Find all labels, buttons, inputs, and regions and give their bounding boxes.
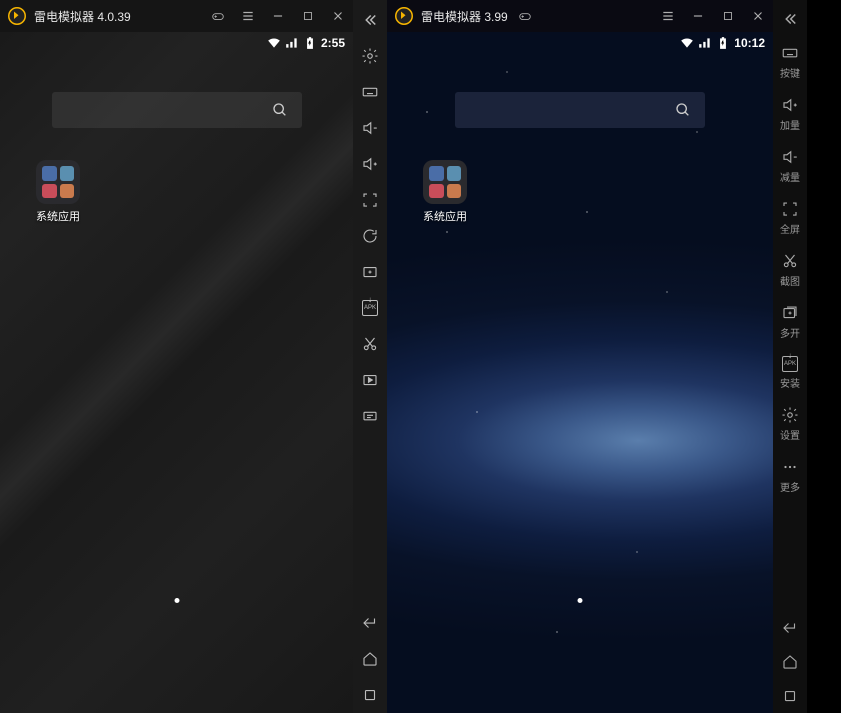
window-title: 雷电模拟器 3.99: [421, 8, 508, 25]
volume-down-button[interactable]: 减量: [773, 140, 807, 192]
search-icon: [272, 102, 288, 118]
video-icon[interactable]: [353, 362, 387, 398]
page-indicator: [174, 598, 179, 603]
main-area: 雷电模拟器 4.0.39 2:55 系统应用: [0, 0, 353, 713]
collapse-icon[interactable]: [773, 2, 807, 36]
signal-icon: [698, 36, 712, 50]
app-icon-system[interactable]: 系统应用: [423, 160, 467, 224]
keyboard-icon[interactable]: [353, 74, 387, 110]
search-bar[interactable]: [52, 92, 302, 128]
page-indicator: [578, 598, 583, 603]
wifi-icon: [680, 36, 694, 50]
home-button[interactable]: [773, 645, 807, 679]
gamepad-icon[interactable]: [512, 1, 538, 31]
gamepad-icon[interactable]: [205, 1, 231, 31]
multi-instance-button[interactable]: 多开: [773, 296, 807, 348]
collapse-icon[interactable]: [353, 2, 387, 38]
right-toolbar: 按键 加量 减量 全屏 截图 多开 APK安装 设置 更多: [773, 0, 807, 713]
clock: 2:55: [321, 36, 345, 50]
fullscreen-icon[interactable]: [353, 182, 387, 218]
keyboard-button[interactable]: 按键: [773, 36, 807, 88]
wallpaper: [0, 32, 353, 713]
add-window-icon[interactable]: [353, 254, 387, 290]
apk-install-icon[interactable]: APK: [353, 290, 387, 326]
app-label: 系统应用: [36, 208, 80, 224]
home-icon[interactable]: [353, 641, 387, 677]
app-folder-icon: [423, 160, 467, 204]
settings-button[interactable]: 设置: [773, 398, 807, 450]
app-icon-system[interactable]: 系统应用: [36, 160, 80, 224]
volume-down-icon[interactable]: [353, 110, 387, 146]
android-statusbar: 10:12: [680, 32, 773, 54]
close-button[interactable]: [325, 1, 351, 31]
sidebar-toolbar: APK: [353, 0, 387, 713]
titlebar: 雷电模拟器 4.0.39: [0, 0, 353, 32]
app-folder-icon: [36, 160, 80, 204]
refresh-icon[interactable]: [353, 218, 387, 254]
main-area: 雷电模拟器 3.99 10:12 系统应用: [387, 0, 773, 713]
gear-icon[interactable]: [353, 38, 387, 74]
recent-icon[interactable]: [353, 677, 387, 713]
search-bar[interactable]: [455, 92, 705, 128]
install-apk-button[interactable]: APK安装: [773, 348, 807, 398]
battery-icon: [716, 36, 730, 50]
emulator-window-left: 雷电模拟器 4.0.39 2:55 系统应用: [0, 0, 387, 713]
screenshot-button[interactable]: 截图: [773, 244, 807, 296]
android-statusbar: 2:55: [267, 32, 353, 54]
minimize-button[interactable]: [685, 1, 711, 31]
app-logo: [395, 7, 413, 25]
wallpaper: [387, 32, 773, 713]
screen-content: 2:55 系统应用: [0, 32, 353, 713]
app-logo: [8, 7, 26, 25]
scissors-icon[interactable]: [353, 326, 387, 362]
battery-icon: [303, 36, 317, 50]
close-button[interactable]: [745, 1, 771, 31]
menu-icon[interactable]: [235, 1, 261, 31]
clock: 10:12: [734, 36, 765, 50]
transfer-icon[interactable]: [353, 398, 387, 434]
wifi-icon: [267, 36, 281, 50]
signal-icon: [285, 36, 299, 50]
menu-icon[interactable]: [655, 1, 681, 31]
fullscreen-button[interactable]: 全屏: [773, 192, 807, 244]
back-button[interactable]: [773, 611, 807, 645]
search-icon: [675, 102, 691, 118]
volume-up-button[interactable]: 加量: [773, 88, 807, 140]
more-button[interactable]: 更多: [773, 450, 807, 502]
screen-content: 10:12 系统应用: [387, 32, 773, 713]
back-icon[interactable]: [353, 605, 387, 641]
app-label: 系统应用: [423, 208, 467, 224]
emulator-window-right: 雷电模拟器 3.99 10:12 系统应用: [387, 0, 807, 713]
maximize-button[interactable]: [295, 1, 321, 31]
volume-up-icon[interactable]: [353, 146, 387, 182]
recent-button[interactable]: [773, 679, 807, 713]
minimize-button[interactable]: [265, 1, 291, 31]
titlebar: 雷电模拟器 3.99: [387, 0, 773, 32]
window-title: 雷电模拟器 4.0.39: [34, 8, 131, 25]
maximize-button[interactable]: [715, 1, 741, 31]
